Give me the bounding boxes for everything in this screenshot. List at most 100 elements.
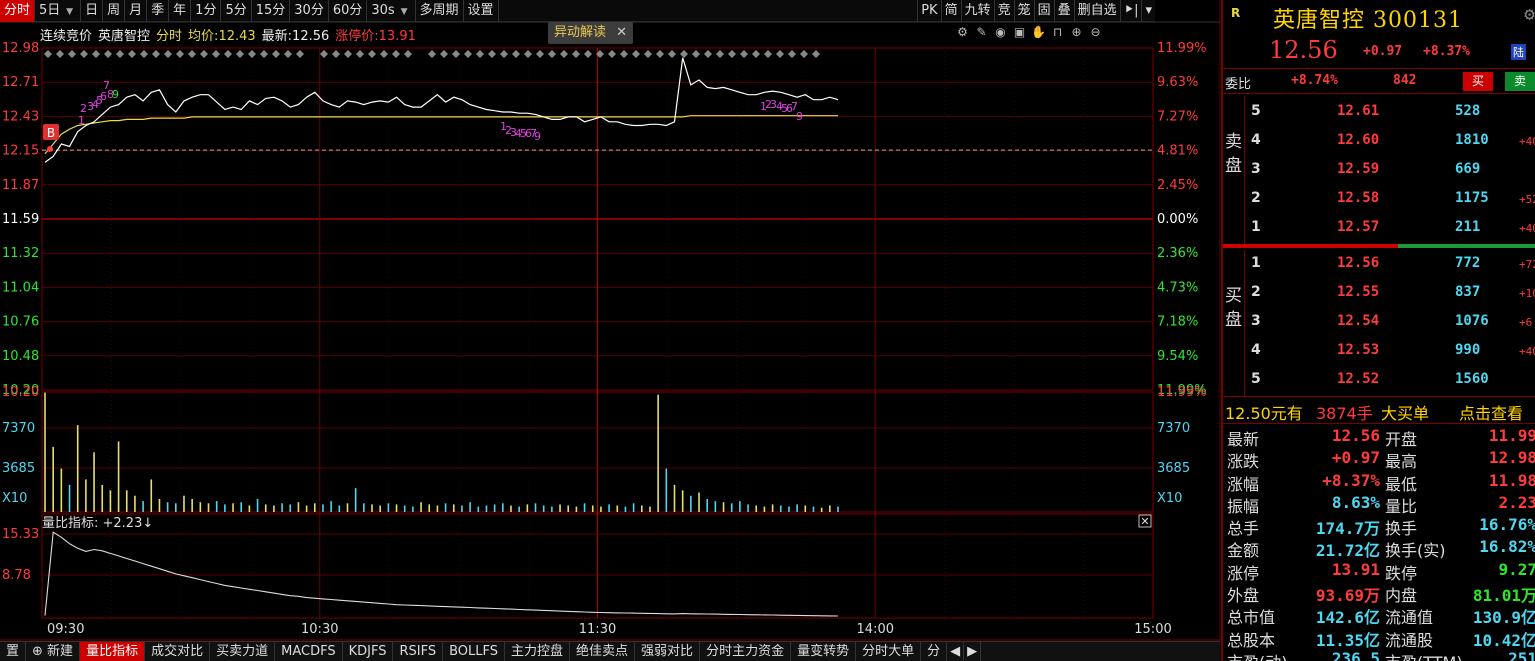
event-diamond-marker bbox=[812, 50, 820, 58]
nine-turn-button[interactable]: 九转 bbox=[960, 0, 994, 22]
overlay-button[interactable]: 叠 bbox=[1053, 0, 1074, 22]
pct-tick-label: 9.54% bbox=[1157, 349, 1198, 364]
timeshare-chart[interactable]: 12.98 11.99% 12.71 9.63% 12.43 7.27% 12.15 4.81… bbox=[0, 0, 1220, 641]
tab-buy-sell-force[interactable]: 买卖力道 bbox=[210, 642, 276, 661]
chevron-down-icon[interactable]: ▼ bbox=[60, 7, 76, 17]
ask-row[interactable]: 5 12.61 528 bbox=[1245, 98, 1535, 127]
pen-icon[interactable]: ✎ bbox=[974, 25, 989, 40]
tab-macdfs[interactable]: MACDFS bbox=[275, 642, 343, 661]
lock-icon[interactable]: ⊓ bbox=[1050, 25, 1065, 40]
stat-row: 总手 174.7万 换手 16.76% bbox=[1223, 515, 1535, 538]
sell-button[interactable]: 卖 bbox=[1505, 72, 1535, 91]
sell-side-label: 卖盘 bbox=[1223, 96, 1245, 244]
tab-fenshi[interactable]: 分时 bbox=[0, 0, 36, 22]
tab-bollfs[interactable]: BOLLFS bbox=[443, 642, 506, 661]
tab-volume-compare[interactable]: 成交对比 bbox=[145, 642, 211, 661]
book-delta: +40 bbox=[1519, 135, 1535, 148]
stat-label: 流通股 bbox=[1385, 630, 1434, 650]
event-diamond-marker bbox=[200, 50, 208, 58]
ask-row[interactable]: 2 12.58 1175 +52 bbox=[1245, 185, 1535, 214]
pin-button[interactable]: 固 bbox=[1033, 0, 1054, 22]
event-diamond-marker bbox=[788, 50, 796, 58]
tab-strength[interactable]: 强弱对比 bbox=[635, 642, 701, 661]
tab-main-control[interactable]: 主力控盘 bbox=[505, 642, 571, 661]
pk-button[interactable]: PK bbox=[917, 0, 940, 22]
close-icon[interactable]: ✕ bbox=[616, 25, 627, 40]
tab-30min[interactable]: 30分 bbox=[290, 0, 329, 22]
stat-label: 总市值 bbox=[1227, 608, 1276, 628]
ask-row[interactable]: 1 12.57 211 +40 bbox=[1245, 214, 1535, 243]
cage-button[interactable]: 笼 bbox=[1013, 0, 1034, 22]
tab-month[interactable]: 月 bbox=[125, 0, 148, 22]
stock-name-label: 英唐智控 bbox=[98, 28, 151, 44]
hand-icon[interactable]: ✋ bbox=[1031, 25, 1046, 40]
chevron-down-icon[interactable]: ▾ bbox=[1141, 0, 1155, 22]
tab-30s[interactable]: 30s ▼ bbox=[367, 0, 416, 22]
eye-icon[interactable]: ◉ bbox=[993, 25, 1008, 40]
trade-detail-link[interactable]: 点击查看 bbox=[1459, 400, 1523, 424]
tab-5min[interactable]: 5分 bbox=[221, 0, 252, 22]
stat-label: 跌停 bbox=[1385, 563, 1418, 583]
stat-label: 最新 bbox=[1227, 430, 1260, 449]
tab-more[interactable]: 分 bbox=[921, 642, 948, 661]
event-diamond-marker bbox=[320, 50, 328, 58]
chevron-down-icon[interactable]: ▼ bbox=[395, 7, 411, 17]
bid-row[interactable]: 4 12.53 990 +40 bbox=[1245, 337, 1535, 366]
stat-row: 总股本 11.35亿 流通股 10.42亿 bbox=[1223, 627, 1535, 650]
ask-row[interactable]: 3 12.59 669 bbox=[1245, 156, 1535, 185]
tab-quarter[interactable]: 季 bbox=[147, 0, 170, 22]
stat-value: 12.56 bbox=[1331, 426, 1380, 445]
tab-settings-edge[interactable]: 置 bbox=[0, 642, 27, 661]
tab-15min[interactable]: 15分 bbox=[252, 0, 291, 22]
scroll-left-icon[interactable]: ◀ bbox=[947, 642, 965, 661]
book-vol: 837 bbox=[1455, 284, 1481, 300]
tab-5day[interactable]: 5日 ▼ bbox=[35, 0, 82, 22]
ask-row[interactable]: 4 12.60 1810 +40 bbox=[1245, 127, 1535, 156]
event-diamond-marker bbox=[776, 50, 784, 58]
tab-kdjfs[interactable]: KDJFS bbox=[343, 642, 394, 661]
tab-year[interactable]: 年 bbox=[169, 0, 192, 22]
gear-icon[interactable]: ⚙ bbox=[1524, 4, 1535, 25]
anomaly-interpret-button[interactable]: 异动解读 ✕ bbox=[548, 22, 634, 44]
tab-main-capital[interactable]: 分时主力资金 bbox=[700, 642, 792, 661]
event-diamond-marker bbox=[116, 50, 124, 58]
tab-1min[interactable]: 1分 bbox=[191, 0, 222, 22]
tab-volume-shift[interactable]: 量变转势 bbox=[791, 642, 857, 661]
book-level: 1 bbox=[1251, 219, 1261, 235]
avg-label-text: 均价: bbox=[188, 28, 219, 44]
tab-60min[interactable]: 60分 bbox=[329, 0, 368, 22]
tab-volume-ratio[interactable]: 量比指标 bbox=[80, 642, 146, 661]
bid-row[interactable]: 3 12.54 1076 +6 bbox=[1245, 308, 1535, 337]
nine-turn-count: 9 bbox=[796, 110, 803, 123]
tab-day[interactable]: 日 bbox=[81, 0, 104, 22]
zoom-out-icon[interactable]: ⊖ bbox=[1088, 25, 1103, 40]
tab-settings[interactable]: 设置 bbox=[464, 0, 499, 22]
tab-week[interactable]: 周 bbox=[103, 0, 126, 22]
pct-tick-label: 0.00% bbox=[1157, 212, 1198, 227]
stat-value: 11.35亿 bbox=[1315, 630, 1380, 650]
bid-row[interactable]: 2 12.55 837 +10 bbox=[1245, 279, 1535, 308]
book-price: 12.59 bbox=[1337, 161, 1380, 177]
tab-best-sell[interactable]: 绝佳卖点 bbox=[570, 642, 636, 661]
bid-row[interactable]: 5 12.52 1560 bbox=[1245, 366, 1535, 395]
current-price: 12.56 bbox=[1269, 36, 1338, 64]
event-diamond-marker bbox=[572, 50, 580, 58]
tab-multi-period[interactable]: 多周期 bbox=[416, 0, 464, 22]
gear-icon[interactable]: ⚙ bbox=[955, 25, 970, 40]
remove-watchlist-button[interactable]: 删自选 bbox=[1073, 0, 1120, 22]
tab-new[interactable]: ⊕ 新建 bbox=[26, 642, 81, 661]
scroll-right-icon[interactable]: ▶ bbox=[964, 642, 982, 661]
stat-value: 16.76% bbox=[1479, 515, 1535, 535]
collapse-panel-button[interactable]: ⯈| bbox=[1119, 0, 1142, 22]
save-icon[interactable]: ▣ bbox=[1012, 25, 1027, 40]
tab-big-orders[interactable]: 分时大单 bbox=[856, 642, 922, 661]
big-trade-strip[interactable]: 12.50元有 3874手 大买单 点击查看 bbox=[1223, 396, 1535, 424]
event-diamond-marker bbox=[188, 50, 196, 58]
tab-rsifs[interactable]: RSIFS bbox=[393, 642, 444, 661]
bid-row[interactable]: 1 12.56 772 +729 bbox=[1245, 250, 1535, 279]
simple-button[interactable]: 简 bbox=[940, 0, 961, 22]
zoom-in-icon[interactable]: ⊕ bbox=[1069, 25, 1084, 40]
buy-button[interactable]: 买 bbox=[1463, 72, 1493, 91]
book-level: 1 bbox=[1251, 255, 1261, 271]
auction-button[interactable]: 竞 bbox=[993, 0, 1014, 22]
